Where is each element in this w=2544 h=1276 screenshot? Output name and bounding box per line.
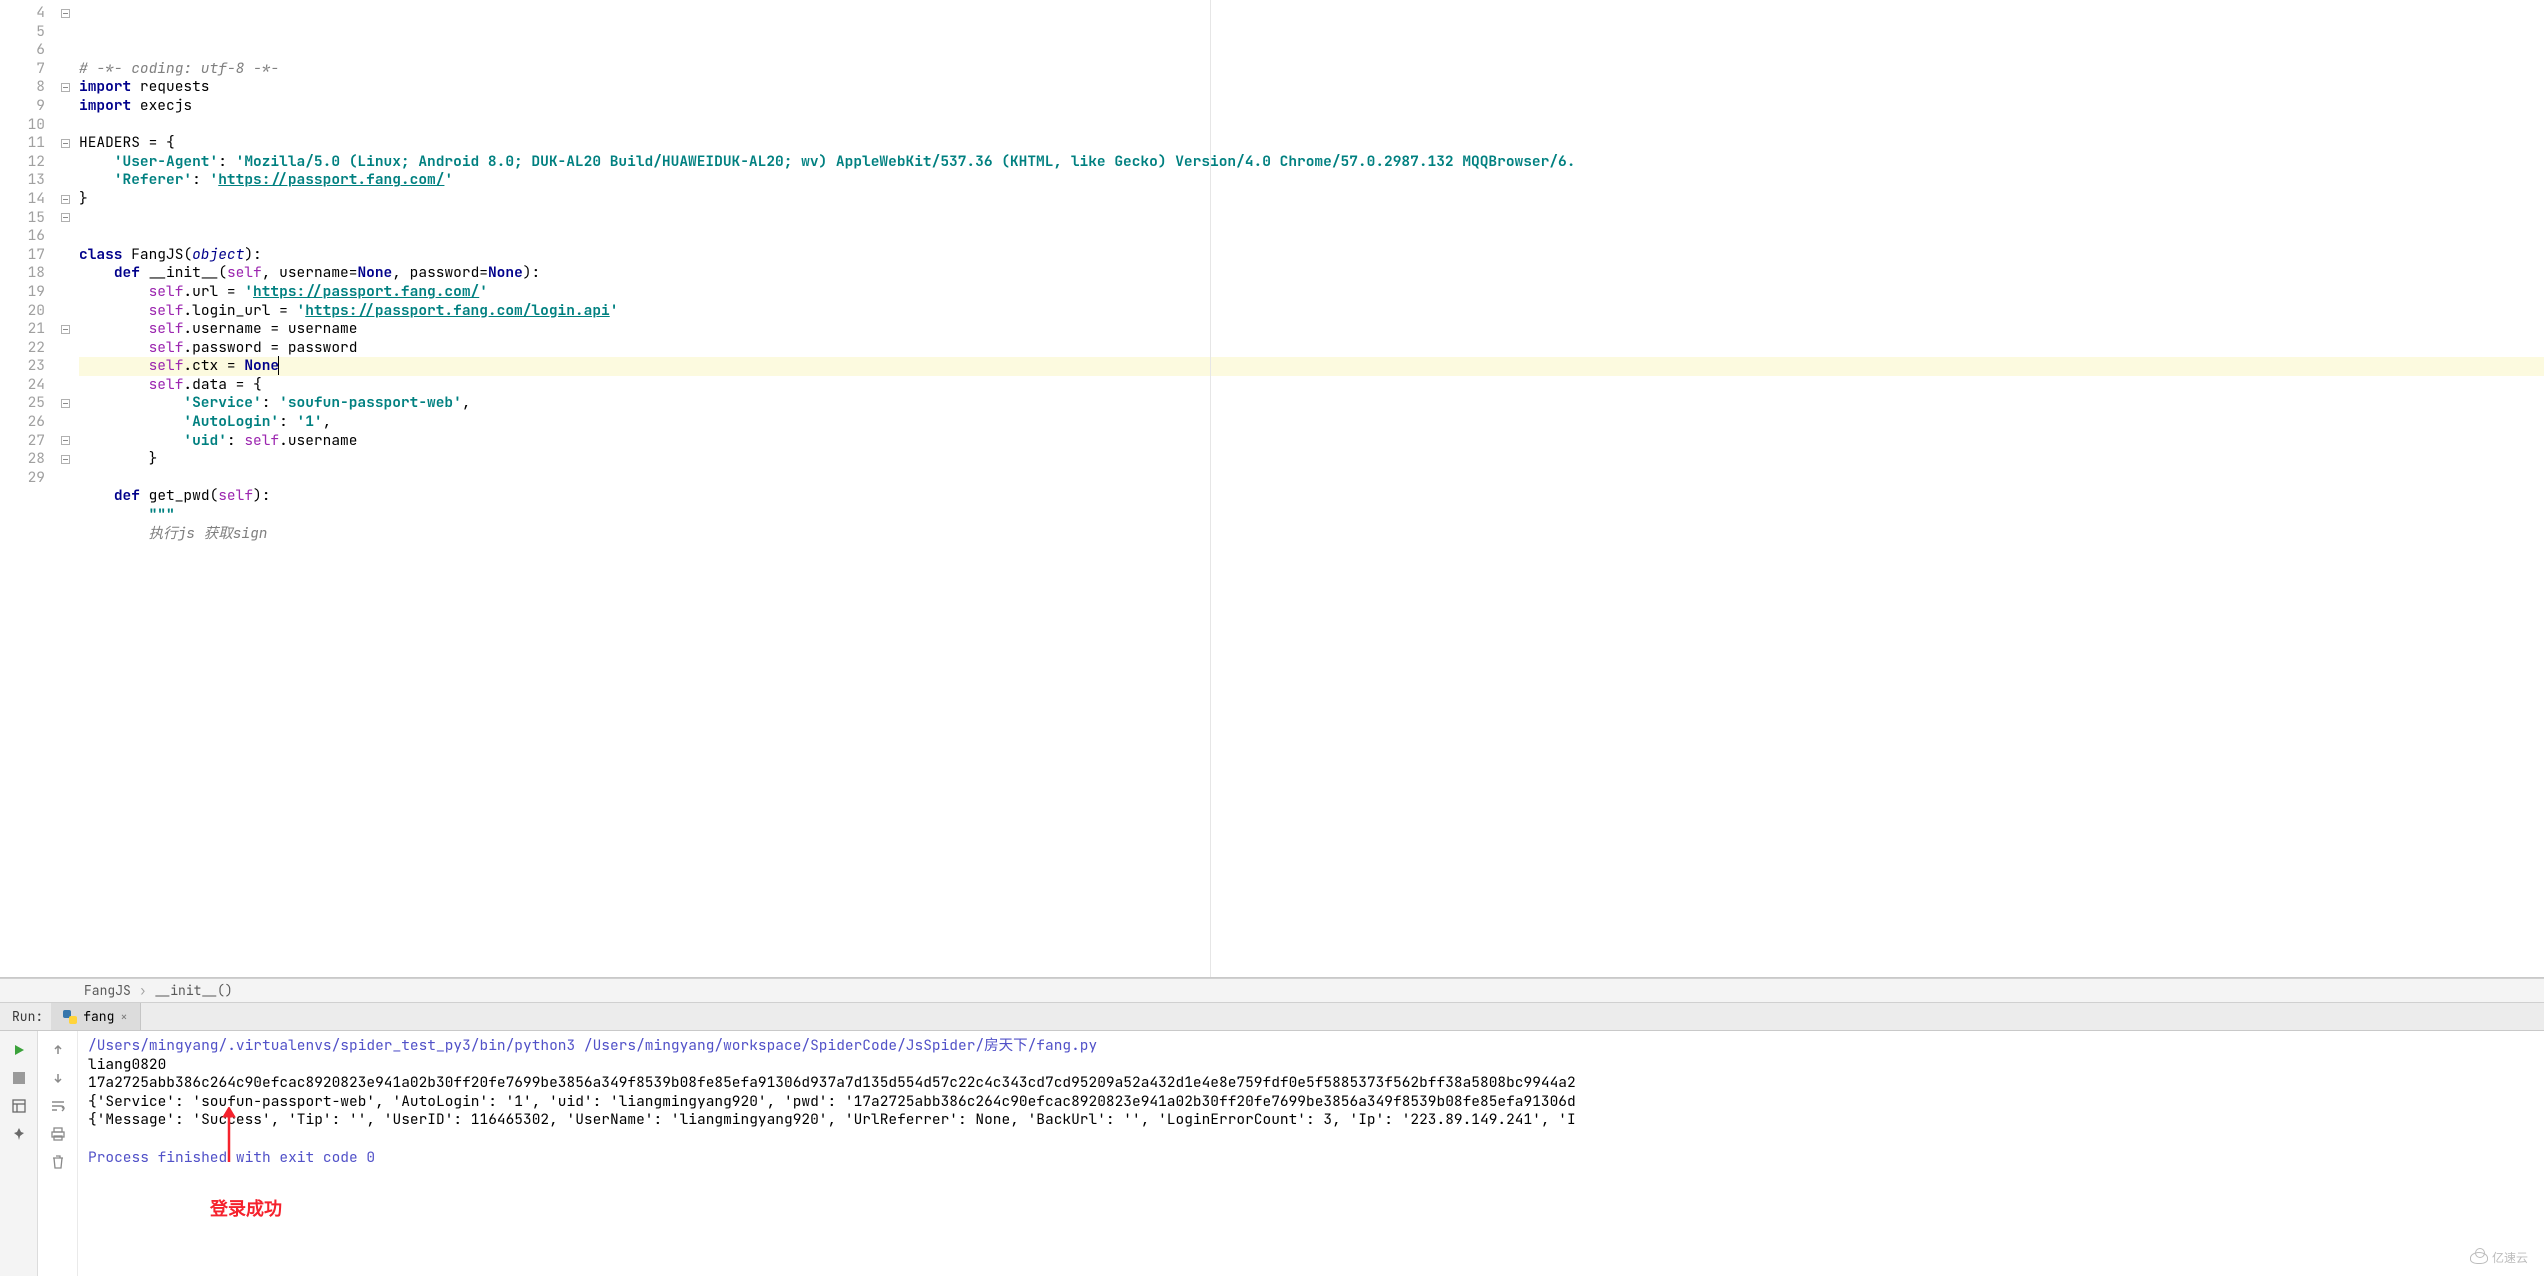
run-tab-name: fang (83, 1008, 114, 1025)
console-output[interactable]: /Users/mingyang/.virtualenvs/spider_test… (78, 1031, 2544, 1276)
code-area[interactable]: # -*- coding: utf-8 -*-import requestsim… (75, 0, 2544, 977)
close-icon[interactable]: × (120, 1009, 127, 1025)
breadcrumb-item[interactable]: __init__() (155, 982, 233, 999)
scroll-up-button[interactable] (47, 1039, 69, 1061)
annotation-text: 登录成功 (210, 1201, 282, 1220)
fold-column[interactable] (55, 0, 75, 977)
breadcrumb[interactable]: FangJS › __init__() (0, 978, 2544, 1003)
soft-wrap-button[interactable] (47, 1095, 69, 1117)
rerun-button[interactable] (8, 1039, 30, 1061)
cloud-icon (2470, 1252, 2488, 1264)
run-panel: /Users/mingyang/.virtualenvs/spider_test… (0, 1031, 2544, 1276)
arrow-annotation-icon (220, 1107, 238, 1162)
run-tab[interactable]: fang × (51, 1003, 140, 1030)
chevron-right-icon: › (139, 982, 147, 999)
python-icon (63, 1010, 77, 1024)
trash-button[interactable] (47, 1151, 69, 1173)
scroll-down-button[interactable] (47, 1067, 69, 1089)
run-label: Run: (0, 1008, 51, 1025)
run-toolbar-left (0, 1031, 38, 1276)
print-button[interactable] (47, 1123, 69, 1145)
layout-button[interactable] (8, 1095, 30, 1117)
watermark: 亿速云 (2470, 1249, 2528, 1266)
run-toolbar-right (38, 1031, 78, 1276)
stop-button[interactable] (8, 1067, 30, 1089)
breadcrumb-item[interactable]: FangJS (84, 982, 131, 999)
pin-button[interactable] (8, 1123, 30, 1145)
code-editor[interactable]: 4567891011121314151617181920212223242526… (0, 0, 2544, 978)
run-panel-header: Run: fang × (0, 1003, 2544, 1031)
line-number-gutter: 4567891011121314151617181920212223242526… (0, 0, 55, 977)
